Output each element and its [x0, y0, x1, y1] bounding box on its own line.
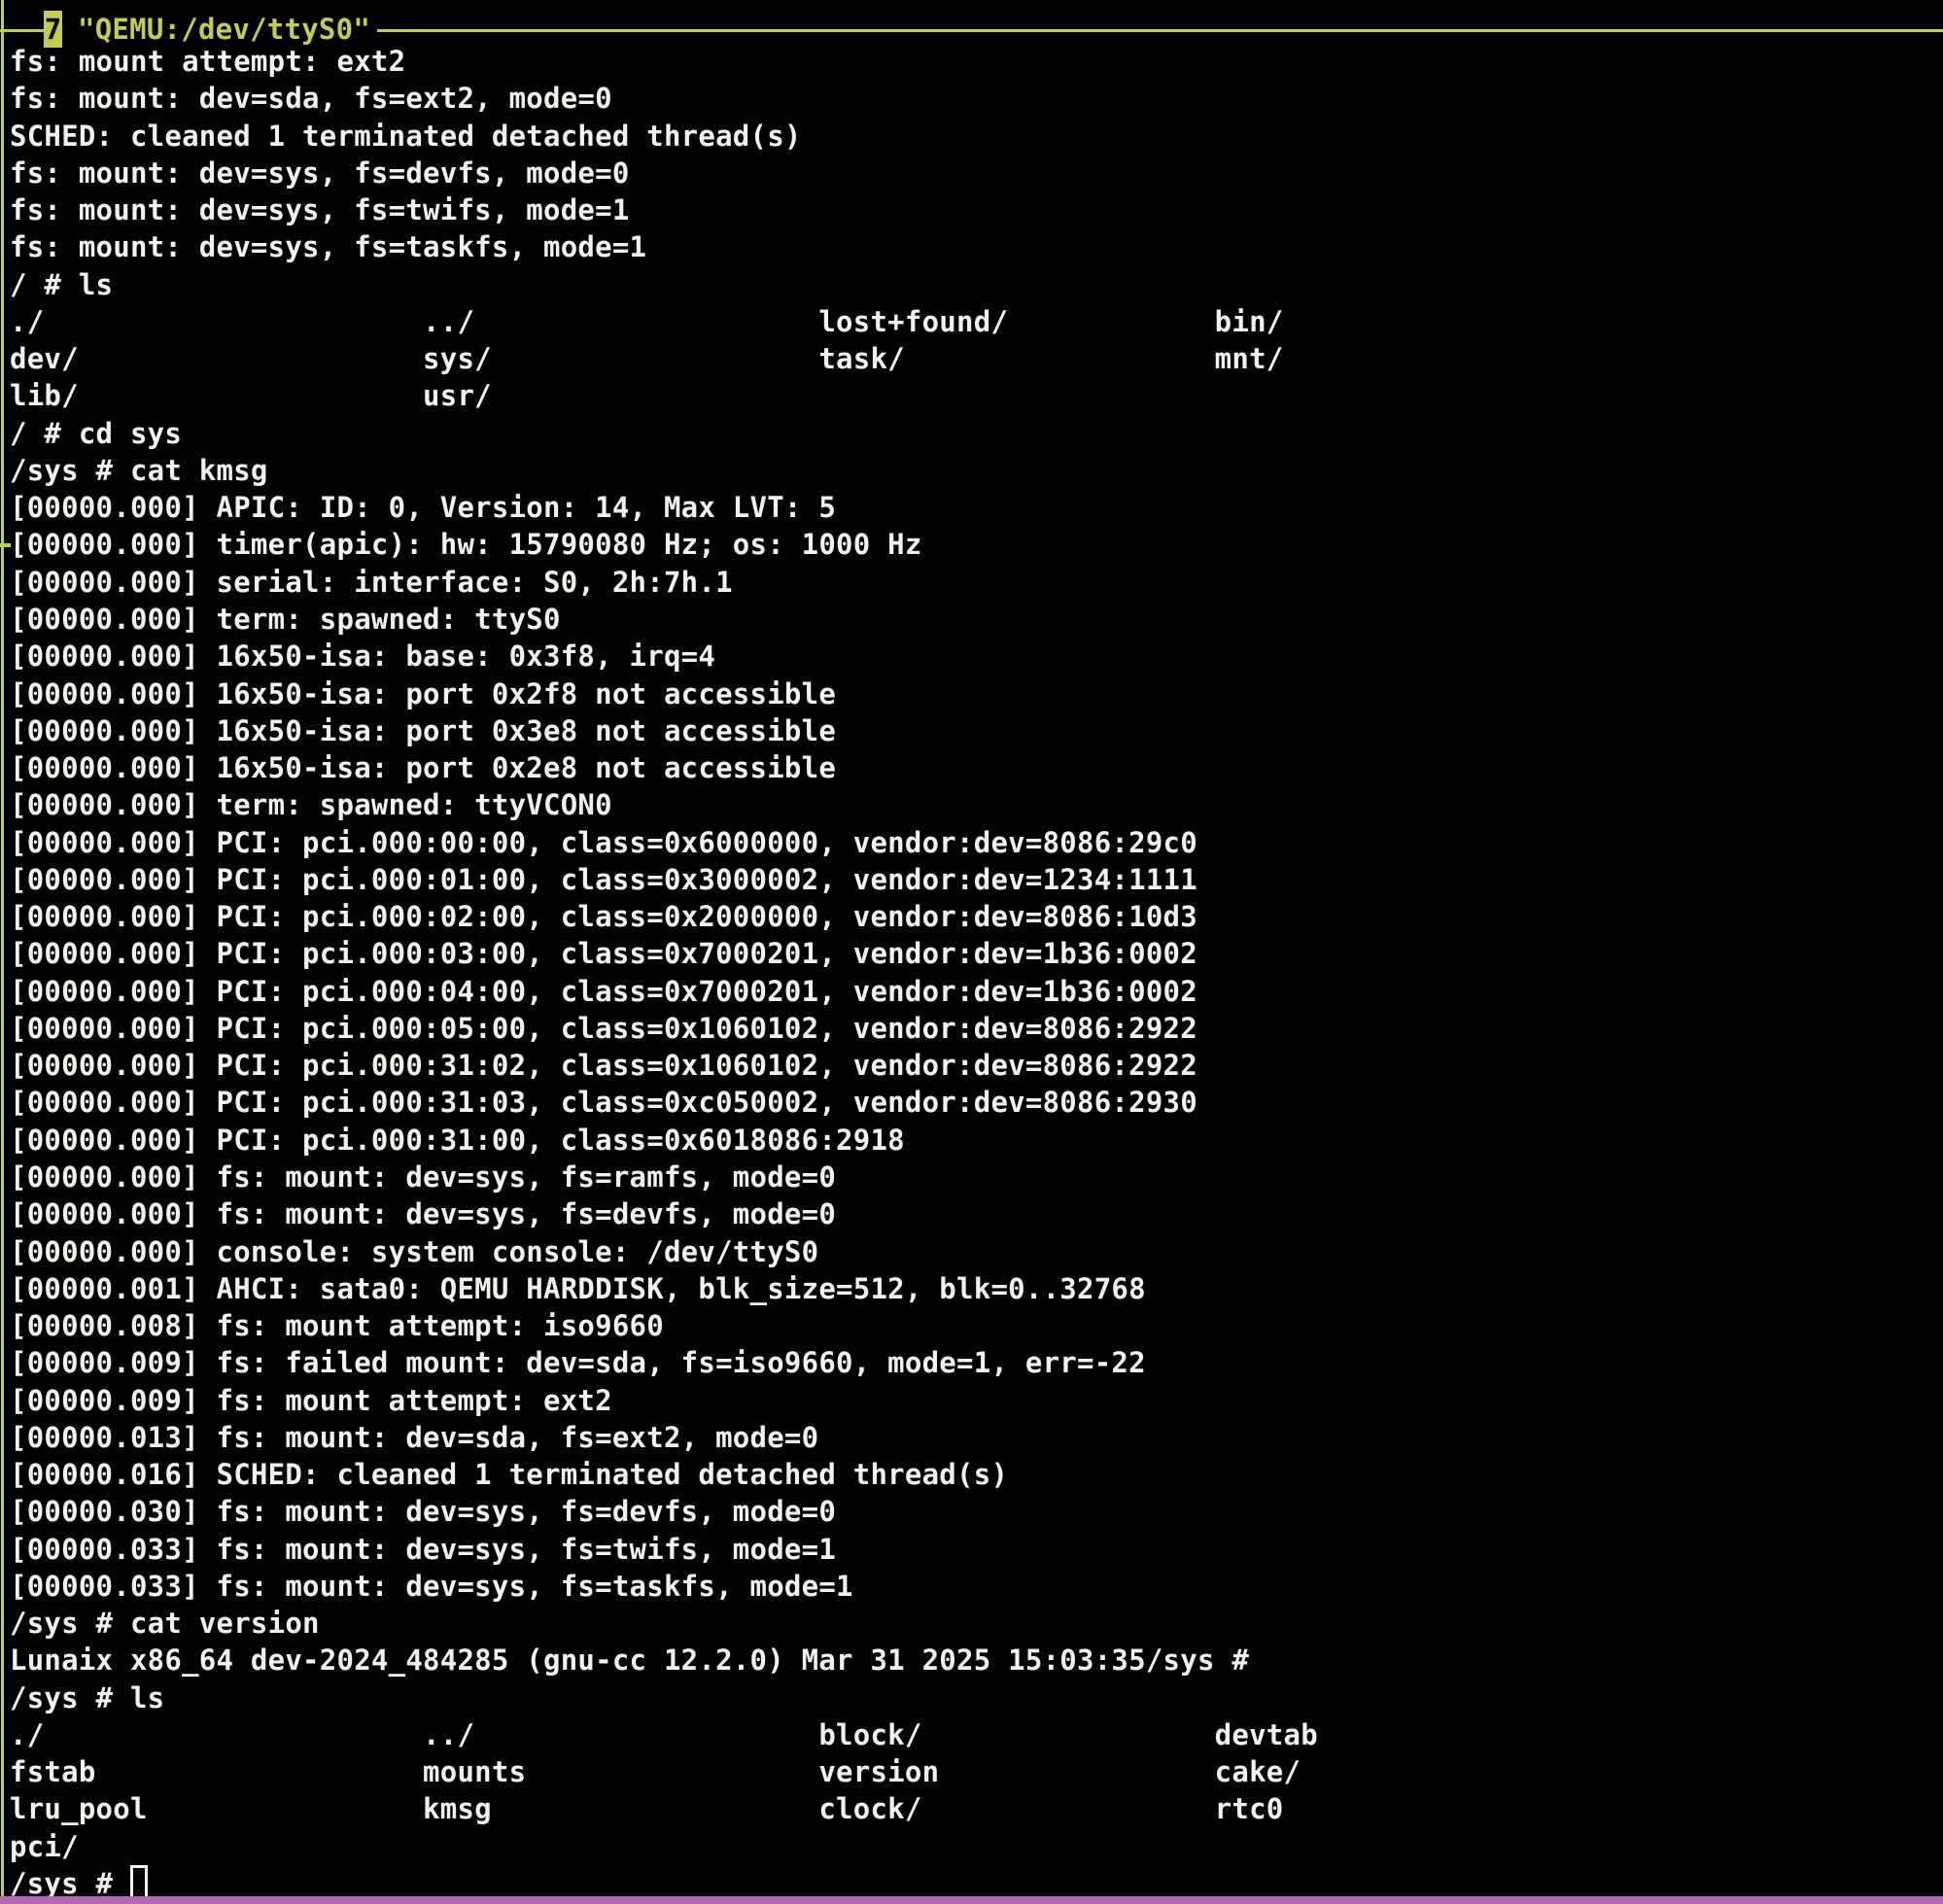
terminal-output[interactable]: fs: mount attempt: ext2fs: mount: dev=sd…	[0, 43, 1318, 1902]
terminal-line: [00000.009] fs: failed mount: dev=sda, f…	[10, 1344, 1318, 1381]
terminal-line: [00000.000] serial: interface: S0, 2h:7h…	[10, 564, 1318, 601]
terminal-line: [00000.000] 16x50-isa: base: 0x3f8, irq=…	[10, 638, 1318, 675]
terminal-line: [00000.033] fs: mount: dev=sys, fs=taskf…	[10, 1568, 1318, 1605]
terminal-screen: 7 "QEMU:/dev/ttyS0" fs: mount attempt: e…	[0, 0, 1943, 1904]
terminal-line: / # cd sys	[10, 415, 1318, 452]
terminal-line: lib/ usr/	[10, 377, 1318, 414]
terminal-line: [00000.001] AHCI: sata0: QEMU HARDDISK, …	[10, 1270, 1318, 1307]
terminal-line: /sys # cat version	[10, 1605, 1318, 1642]
terminal-line: [00000.000] timer(apic): hw: 15790080 Hz…	[10, 526, 1318, 563]
terminal-line: [00000.000] PCI: pci.000:02:00, class=0x…	[10, 898, 1318, 935]
terminal-cursor	[130, 1865, 148, 1899]
terminal-line: ./ ../ block/ devtab	[10, 1716, 1318, 1753]
terminal-line: [00000.009] fs: mount attempt: ext2	[10, 1382, 1318, 1419]
terminal-line: fs: mount: dev=sys, fs=taskfs, mode=1	[10, 228, 1318, 265]
terminal-line: [00000.000] console: system console: /de…	[10, 1233, 1318, 1270]
terminal-line: [00000.000] PCI: pci.000:03:00, class=0x…	[10, 935, 1318, 972]
terminal-line: dev/ sys/ task/ mnt/	[10, 340, 1318, 377]
terminal-line: [00000.033] fs: mount: dev=sys, fs=twifs…	[10, 1531, 1318, 1568]
terminal-line: [00000.000] PCI: pci.000:04:00, class=0x…	[10, 973, 1318, 1010]
terminal-line: fs: mount: dev=sda, fs=ext2, mode=0	[10, 80, 1318, 117]
terminal-line: fstab mounts version cake/	[10, 1753, 1318, 1790]
terminal-line: [00000.000] fs: mount: dev=sys, fs=ramfs…	[10, 1159, 1318, 1195]
terminal-line: /sys # ls	[10, 1679, 1318, 1716]
terminal-line: [00000.000] 16x50-isa: port 0x2e8 not ac…	[10, 749, 1318, 786]
terminal-line: Lunaix x86_64 dev-2024_484285 (gnu-cc 12…	[10, 1642, 1318, 1679]
terminal-line: [00000.000] PCI: pci.000:31:02, class=0x…	[10, 1047, 1318, 1084]
prompt-text: /sys #	[10, 1867, 130, 1900]
terminal-line: / # ls	[10, 266, 1318, 303]
terminal-line: [00000.000] PCI: pci.000:31:00, class=0x…	[10, 1122, 1318, 1159]
terminal-line: [00000.000] 16x50-isa: port 0x2f8 not ac…	[10, 675, 1318, 712]
terminal-line: [00000.013] fs: mount: dev=sda, fs=ext2,…	[10, 1419, 1318, 1456]
terminal-line: fs: mount attempt: ext2	[10, 43, 1318, 80]
terminal-line: lru_pool kmsg clock/ rtc0	[10, 1790, 1318, 1827]
terminal-line: [00000.000] PCI: pci.000:05:00, class=0x…	[10, 1010, 1318, 1047]
window-titlebar: 7 "QEMU:/dev/ttyS0"	[0, 0, 1943, 49]
terminal-line: SCHED: cleaned 1 terminated detached thr…	[10, 118, 1318, 155]
terminal-line: [00000.008] fs: mount attempt: iso9660	[10, 1307, 1318, 1344]
status-bar	[0, 1896, 1943, 1904]
terminal-line: [00000.016] SCHED: cleaned 1 terminated …	[10, 1456, 1318, 1493]
title-border-line-left	[0, 29, 44, 32]
terminal-line: pci/	[10, 1828, 1318, 1865]
terminal-line: /sys # cat kmsg	[10, 452, 1318, 489]
terminal-line: [00000.000] PCI: pci.000:01:00, class=0x…	[10, 861, 1318, 898]
terminal-line: [00000.000] APIC: ID: 0, Version: 14, Ma…	[10, 489, 1318, 526]
terminal-line: [00000.000] PCI: pci.000:31:03, class=0x…	[10, 1084, 1318, 1121]
terminal-line: fs: mount: dev=sys, fs=devfs, mode=0	[10, 155, 1318, 191]
terminal-line: [00000.000] term: spawned: ttyS0	[10, 601, 1318, 638]
terminal-line: fs: mount: dev=sys, fs=twifs, mode=1	[10, 191, 1318, 228]
terminal-line: [00000.030] fs: mount: dev=sys, fs=devfs…	[10, 1493, 1318, 1530]
terminal-line: [00000.000] PCI: pci.000:00:00, class=0x…	[10, 824, 1318, 861]
title-border-line-right	[377, 29, 1943, 32]
terminal-line: ./ ../ lost+found/ bin/	[10, 303, 1318, 340]
terminal-line: [00000.000] term: spawned: ttyVCON0	[10, 786, 1318, 823]
terminal-line: [00000.000] fs: mount: dev=sys, fs=devfs…	[10, 1195, 1318, 1232]
terminal-line: [00000.000] 16x50-isa: port 0x3e8 not ac…	[10, 712, 1318, 749]
